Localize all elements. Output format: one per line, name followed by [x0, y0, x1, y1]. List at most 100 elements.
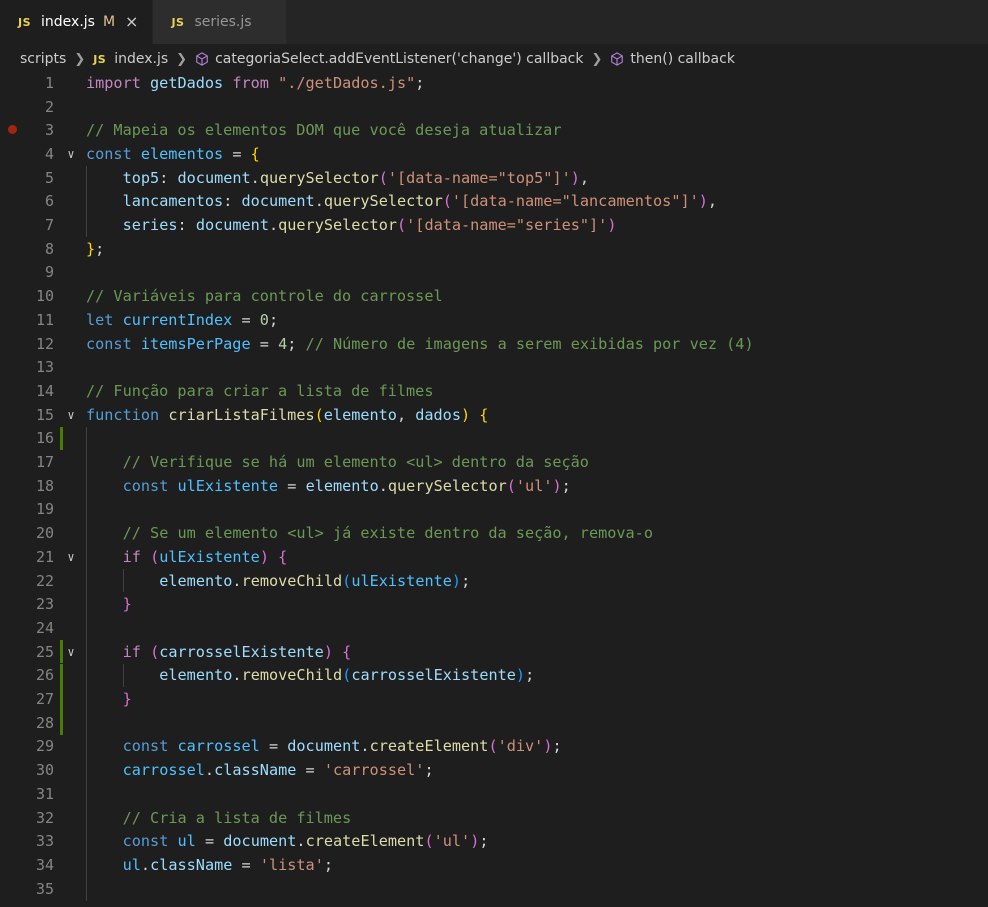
added-line-marker — [60, 710, 63, 735]
indent-guide — [86, 165, 87, 237]
code-line[interactable]: 35 — [0, 877, 988, 901]
line-number: 19 — [35, 500, 54, 519]
code-text: ul.className = 'lista'; — [122, 855, 334, 874]
fold-chevron-icon[interactable]: ∨ — [64, 147, 78, 161]
indent-guide — [86, 426, 87, 901]
fold-chevron-icon[interactable]: ∨ — [64, 645, 78, 659]
code-line[interactable]: 31 — [0, 782, 988, 806]
line-number: 18 — [35, 476, 54, 495]
code-line[interactable]: 26 elemento.removeChild(carrosselExisten… — [0, 663, 988, 688]
code-text: if (ulExistente) { — [122, 547, 288, 566]
code-text: const ul = document.createElement('ul'); — [122, 832, 489, 851]
tab-series-js[interactable]: JS series.js — [153, 0, 288, 44]
code-line[interactable]: 21 ∨ if (ulExistente) { — [0, 545, 988, 569]
code-line[interactable]: 33 const ul = document.createElement('ul… — [0, 829, 988, 853]
line-number: 35 — [35, 879, 54, 898]
code-text: }; — [86, 239, 105, 258]
tab-bar: JS index.js M × JS series.js — [0, 0, 988, 45]
code-line[interactable]: 5 top5: document.querySelector('[data-na… — [0, 166, 988, 190]
code-line[interactable]: 17 // Verifique se há um elemento <ul> d… — [0, 450, 988, 474]
indent-guide — [122, 663, 124, 688]
method-cube-icon — [611, 52, 624, 66]
code-text: // Mapeia os elementos DOM que você dese… — [86, 121, 562, 140]
chevron-right-icon: ❯ — [176, 51, 188, 67]
code-text: // Função para criar a lista de filmes — [86, 381, 434, 400]
code-text: lancamentos: document.querySelector('[da… — [122, 192, 718, 211]
code-line[interactable]: 29 const carrossel = document.createElem… — [0, 735, 988, 759]
line-number: 6 — [44, 192, 54, 211]
line-number: 22 — [35, 571, 54, 590]
breadcrumb-file[interactable]: index.js — [114, 51, 168, 67]
line-number: 23 — [35, 595, 54, 614]
code-text: elemento.removeChild(carrosselExistente)… — [159, 666, 535, 685]
line-number: 5 — [44, 168, 54, 187]
code-line[interactable]: 15 ∨ function criarListaFilmes(elemento, d… — [0, 403, 988, 427]
line-number: 20 — [35, 524, 54, 543]
code-text: // Cria a lista de filmes — [122, 808, 352, 827]
line-number: 9 — [44, 263, 54, 282]
breadcrumb: scripts ❯ JS index.js ❯ categoriaSelect.… — [0, 44, 988, 74]
code-text: let currentIndex = 0; — [86, 310, 279, 329]
added-line-marker — [60, 639, 63, 664]
line-number: 1 — [44, 73, 54, 92]
close-icon[interactable]: × — [125, 14, 138, 30]
code-text: // Variáveis para controle do carrossel — [86, 287, 443, 306]
code-line[interactable]: 3// Mapeia os elementos DOM que você des… — [0, 118, 988, 142]
code-line[interactable]: 7 series: document.querySelector('[data-… — [0, 213, 988, 237]
code-line[interactable]: 16 — [0, 426, 988, 451]
code-line[interactable]: 27 } — [0, 687, 988, 711]
line-number: 25 — [35, 642, 54, 661]
modified-badge: M — [102, 14, 116, 30]
code-line[interactable]: 25 ∨ if (carrosselExistente) { — [0, 639, 988, 664]
code-line[interactable]: 13 — [0, 355, 988, 379]
fold-chevron-icon[interactable]: ∨ — [64, 408, 78, 422]
code-line[interactable]: 12 const itemsPerPage = 4; // Número de i… — [0, 332, 988, 356]
code-editor[interactable]: 1 import getDados from "./getDados.js"; 2 3… — [0, 72, 988, 907]
breadcrumb-symbol-then[interactable]: then() callback — [630, 51, 735, 67]
line-number: 21 — [35, 547, 54, 566]
code-line[interactable]: 10 // Variáveis para controle do carrosse… — [0, 284, 988, 308]
code-line[interactable]: 4 ∨ const elementos = { — [0, 142, 988, 166]
breadcrumb-symbol-listener[interactable]: categoriaSelect.addEventListener('change… — [215, 51, 583, 67]
code-text: import getDados from "./getDados.js"; — [86, 73, 425, 92]
line-number: 27 — [35, 690, 54, 709]
indent-guide — [122, 568, 124, 593]
code-text: const elementos = { — [86, 144, 260, 163]
code-line[interactable]: 14 // Função para criar a lista de filmes — [0, 379, 988, 403]
added-line-marker — [60, 687, 63, 711]
code-line[interactable]: 2 — [0, 95, 988, 119]
code-line[interactable]: 6 lancamentos: document.querySelector('[… — [0, 190, 988, 214]
tab-index-js[interactable]: JS index.js M × — [0, 0, 154, 44]
code-line[interactable]: 11 let currentIndex = 0; — [0, 308, 988, 332]
code-line[interactable]: 9 — [0, 261, 988, 285]
line-number: 16 — [35, 429, 54, 448]
code-text: series: document.querySelector('[data-na… — [122, 216, 617, 235]
line-number: 33 — [35, 832, 54, 851]
line-number: 8 — [44, 239, 54, 258]
code-line[interactable]: 24 — [0, 616, 988, 640]
code-line[interactable]: 34 ul.className = 'lista'; — [0, 853, 988, 877]
added-line-marker — [60, 426, 63, 451]
code-line[interactable]: 32 // Cria a lista de filmes — [0, 806, 988, 830]
line-number: 32 — [35, 808, 54, 827]
code-line[interactable]: 22 elemento.removeChild(ulExistente); — [0, 569, 988, 593]
code-line[interactable]: 20 // Se um elemento <ul> já existe dent… — [0, 521, 988, 545]
line-number: 30 — [35, 761, 54, 780]
code-line[interactable]: 28 — [0, 710, 988, 735]
code-line[interactable]: 30 carrossel.className = 'carrossel'; — [0, 758, 988, 782]
code-line[interactable]: 19 — [0, 498, 988, 522]
code-line[interactable]: 8}; — [0, 237, 988, 261]
tab-label: series.js — [194, 14, 252, 30]
fold-chevron-icon[interactable]: ∨ — [64, 550, 78, 564]
breadcrumb-folder[interactable]: scripts — [20, 51, 66, 67]
javascript-file-icon: JS — [18, 15, 32, 29]
line-number: 31 — [35, 784, 54, 803]
method-cube-icon — [196, 52, 208, 66]
code-line[interactable]: 1 import getDados from "./getDados.js"; — [0, 71, 988, 95]
line-number: 26 — [35, 666, 54, 685]
code-line[interactable]: 23 } — [0, 592, 988, 616]
line-number: 11 — [35, 310, 54, 329]
line-number: 15 — [35, 405, 54, 424]
code-text: // Verifique se há um elemento <ul> dent… — [122, 453, 589, 472]
code-line[interactable]: 18 const ulExistente = elemento.querySel… — [0, 474, 988, 498]
